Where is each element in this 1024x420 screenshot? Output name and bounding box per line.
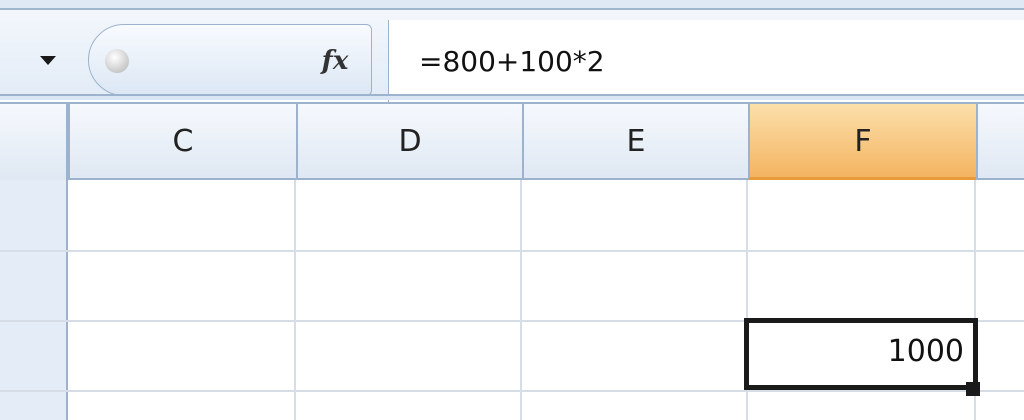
formula-bar: fx =800+100*2 — [0, 10, 1024, 104]
gridline — [294, 180, 296, 420]
select-all-corner[interactable] — [0, 102, 68, 180]
formula-input[interactable]: =800+100*2 — [388, 20, 1024, 104]
row-header-strip[interactable] — [0, 180, 68, 420]
gridline — [0, 390, 1024, 392]
column-header-row: C D E F — [0, 102, 1024, 180]
insert-function-icon[interactable]: fx — [315, 41, 355, 81]
fill-handle[interactable] — [966, 382, 980, 396]
column-header-e[interactable]: E — [522, 104, 748, 180]
gridline — [0, 250, 1024, 252]
active-cell-border — [744, 318, 978, 390]
resize-knob-icon[interactable] — [105, 49, 129, 73]
worksheet-grid[interactable]: 1000 — [0, 180, 1024, 420]
gridline — [520, 180, 522, 420]
name-box-dropdown-icon[interactable] — [40, 56, 56, 65]
column-header-f[interactable]: F — [748, 104, 976, 180]
column-header-d[interactable]: D — [296, 104, 522, 180]
column-header-c[interactable]: C — [68, 104, 296, 180]
column-header-next[interactable] — [976, 104, 1024, 180]
formula-bar-divider — [0, 94, 1024, 100]
formula-controls: fx — [88, 24, 372, 96]
